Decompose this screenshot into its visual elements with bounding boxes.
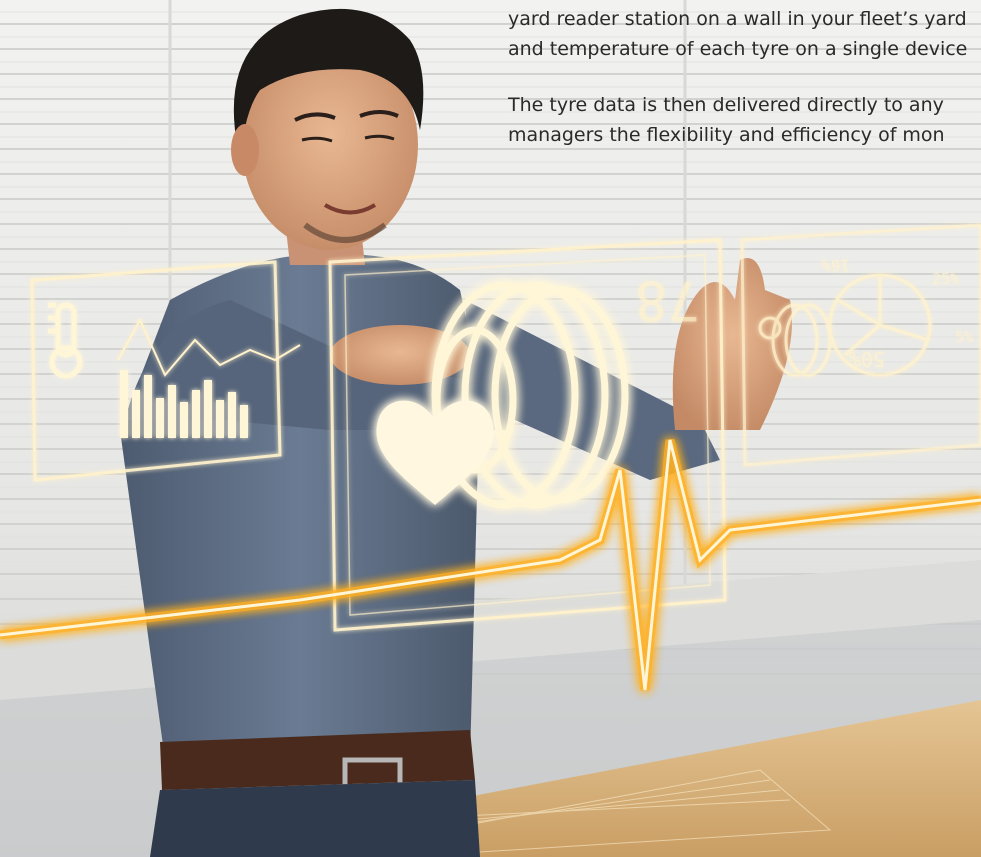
text-line-2: and temperature of each tyre on a single… [508, 38, 968, 60]
hud-pct-right-mid: 5% [955, 328, 973, 346]
hud-gauge-number: 78 [635, 269, 700, 332]
hud-pct-right-top: 25% [932, 270, 959, 288]
hud-pct-top: 16% [821, 256, 850, 275]
text-line-3: The tyre data is then delivered directly… [508, 94, 944, 116]
hud-pct-bottom: 50% [849, 347, 885, 371]
text-line-1: yard reader station on a wall in your fl… [508, 8, 967, 30]
photo-scene: 78 16% 25% 5% 50% yard reader station on… [0, 0, 981, 857]
article-text: yard reader station on a wall in your fl… [508, 0, 981, 150]
text-line-4: managers the flexibility and efficiency … [508, 124, 945, 146]
